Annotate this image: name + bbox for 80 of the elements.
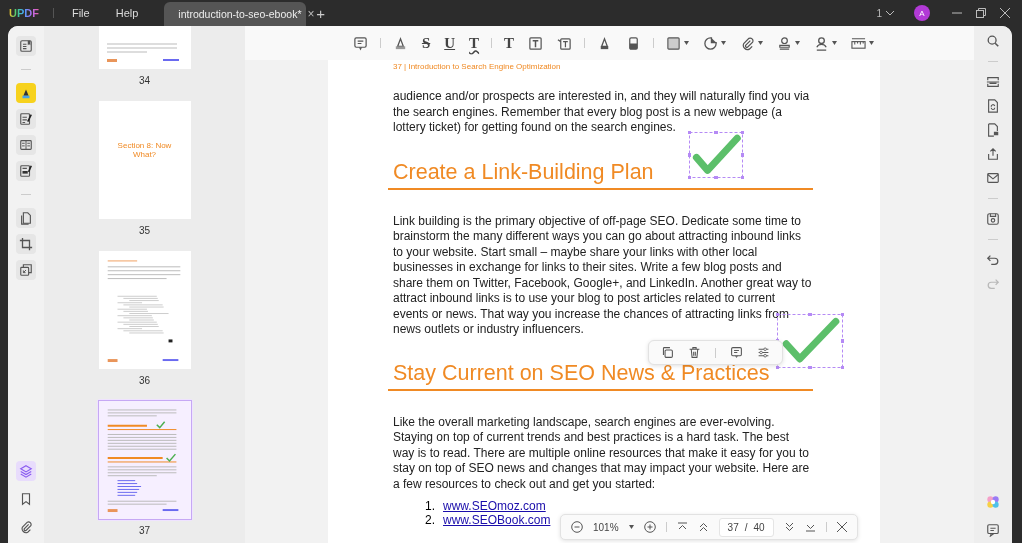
- zoom-in-icon[interactable]: [643, 521, 656, 533]
- list-number: 1.: [425, 499, 435, 513]
- page-thumbnail[interactable]: [96, 399, 193, 521]
- text-box-icon[interactable]: [528, 35, 544, 51]
- callout-icon[interactable]: [557, 35, 573, 51]
- sticker-icon[interactable]: [703, 35, 719, 51]
- note-icon[interactable]: [352, 35, 368, 51]
- sliders-icon[interactable]: [757, 346, 770, 359]
- zoom-out-icon[interactable]: [571, 521, 583, 533]
- document-pen-icon[interactable]: [19, 112, 33, 126]
- copy-icon[interactable]: [661, 346, 674, 359]
- body-paragraph: Like the overall marketing landscape, search engines are ever-evolving. Staying on top of current trends and best practices is a hard task. The best way is to read. There are multiple online resources that make it easy for you to stay on top of SEO news and changes that may impact your website. Here are a few resources to check out and get you started:: [393, 414, 811, 492]
- chevron-icon: [886, 10, 894, 16]
- save-icon[interactable]: [986, 212, 1000, 226]
- user-avatar[interactable]: A: [914, 5, 930, 21]
- website-link[interactable]: www.SEOBook.com: [443, 513, 551, 527]
- compress-icon[interactable]: [19, 263, 33, 277]
- page-number: 37: [138, 525, 151, 537]
- book-icon[interactable]: [19, 39, 33, 53]
- search-icon[interactable]: [986, 34, 1000, 48]
- close-tab-button[interactable]: ×: [307, 7, 315, 21]
- list-number: 2.: [425, 513, 435, 527]
- caret-icon: [869, 41, 875, 45]
- menu-item[interactable]: Help: [115, 7, 139, 19]
- first-page-icon[interactable]: [676, 522, 688, 532]
- flower-icon[interactable]: [986, 495, 1000, 509]
- tab-title: introduction-to-seo-ebook*: [178, 8, 302, 20]
- page-number-field[interactable]: 37 / 40: [718, 517, 774, 537]
- underline-tool[interactable]: U: [444, 35, 456, 51]
- convert-icon[interactable]: [986, 99, 1000, 113]
- caret-icon: [684, 41, 690, 45]
- thumbnail-title: Section 8: Now What?: [116, 141, 173, 159]
- pages-icon[interactable]: [19, 211, 33, 225]
- columns-icon[interactable]: [19, 138, 33, 152]
- last-page-icon[interactable]: [804, 522, 816, 532]
- close-icon[interactable]: [836, 522, 847, 532]
- bookmark-icon[interactable]: [19, 492, 33, 506]
- previous-page-icon[interactable]: [697, 522, 709, 532]
- text-tool[interactable]: T: [504, 35, 515, 51]
- square-icon[interactable]: [666, 35, 682, 51]
- checkmark-annotation[interactable]: [688, 130, 744, 179]
- stamp-icon[interactable]: [777, 35, 793, 51]
- close-icon[interactable]: [1000, 8, 1010, 18]
- page-header: 37 | Introduction to Search Engine Optimization: [393, 62, 562, 73]
- section-heading: Create a Link-Building Plan: [393, 159, 654, 184]
- strikethrough-tool[interactable]: S: [421, 35, 431, 51]
- page-thumbnail[interactable]: [96, 249, 193, 371]
- layers-icon[interactable]: [19, 464, 33, 478]
- crop-icon[interactable]: [19, 237, 33, 251]
- app-logo: UPDF: [9, 7, 39, 19]
- caret-icon: [758, 41, 764, 45]
- body-paragraph: audience and/or prospects are interested in, and they will naturally find you via the search engines. Remember that every blog post is a new webpage (a lottery ticket) for getting found on the search engines.: [393, 89, 811, 136]
- caret-icon: [832, 41, 838, 45]
- note-icon[interactable]: [730, 346, 743, 359]
- share-icon[interactable]: [986, 147, 1000, 161]
- chat-icon[interactable]: [986, 523, 1000, 537]
- squiggly-tool[interactable]: T: [469, 35, 480, 51]
- trash-icon[interactable]: [688, 346, 701, 359]
- website-link[interactable]: www.SEOmoz.com: [443, 499, 546, 513]
- caret-icon: [721, 41, 727, 45]
- scan-icon[interactable]: [986, 75, 1000, 89]
- form-pen-icon[interactable]: [19, 164, 33, 178]
- section-heading: Stay Current on SEO News & Practices: [393, 360, 770, 385]
- caret-icon: [628, 525, 634, 529]
- paperclip-icon[interactable]: [19, 520, 33, 534]
- zoom-level-dropdown[interactable]: 101%: [593, 521, 619, 533]
- restore-icon[interactable]: [976, 8, 986, 18]
- new-tab-button[interactable]: +: [316, 4, 326, 22]
- page-number: 35: [138, 225, 151, 237]
- page-number: 36: [138, 375, 151, 387]
- lock-file-icon[interactable]: [986, 123, 1000, 137]
- menu-item[interactable]: File: [71, 7, 90, 19]
- page-number: 34: [138, 75, 151, 87]
- paperclip-icon[interactable]: [740, 35, 756, 51]
- undo-icon[interactable]: [986, 253, 1000, 267]
- mail-icon[interactable]: [986, 171, 1000, 185]
- next-page-icon[interactable]: [783, 522, 795, 532]
- ruler-icon[interactable]: [851, 35, 867, 51]
- caret-icon: [795, 41, 801, 45]
- page-count-dropdown[interactable]: 1: [876, 7, 894, 19]
